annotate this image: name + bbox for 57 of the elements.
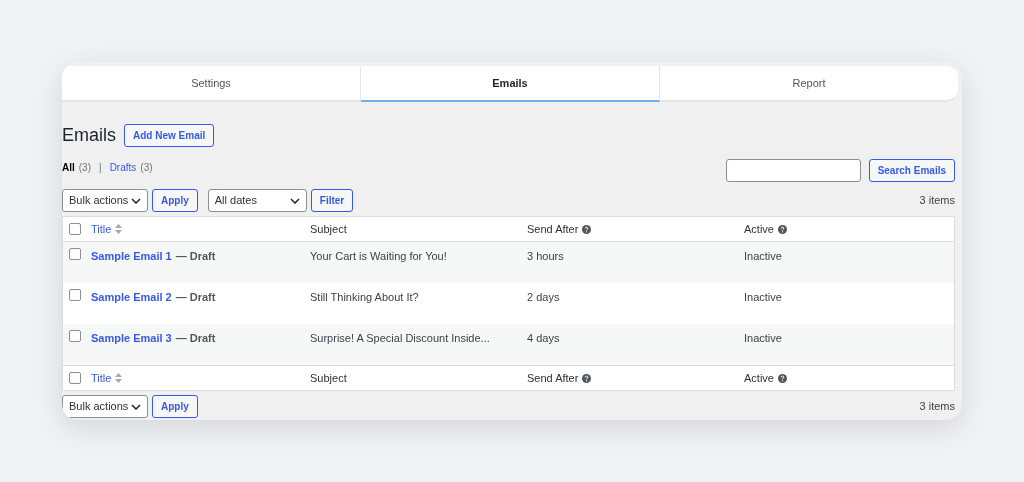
chevron-down-icon xyxy=(131,403,141,410)
sort-icon[interactable] xyxy=(115,224,123,234)
email-title-link[interactable]: Sample Email 1 xyxy=(91,250,172,262)
apply-button[interactable]: Apply xyxy=(152,395,198,418)
email-title-link[interactable]: Sample Email 3 xyxy=(91,332,172,344)
help-icon[interactable] xyxy=(777,373,787,383)
view-count: (3) xyxy=(78,161,91,175)
help-icon[interactable] xyxy=(582,224,592,234)
table-cell: Inactive xyxy=(744,250,782,262)
column-header: Active xyxy=(744,221,774,237)
column-header: Active xyxy=(744,370,774,386)
dropdown-select[interactable]: Bulk actions xyxy=(62,189,148,212)
search-field[interactable] xyxy=(725,159,861,182)
column-header: Send After xyxy=(527,221,579,237)
tab[interactable]: Report xyxy=(660,66,958,102)
apply-button[interactable]: Apply xyxy=(152,189,198,212)
column-header: Send After xyxy=(527,370,579,386)
status-label: — Draft xyxy=(175,332,216,344)
view-filter-link[interactable]: All xyxy=(62,160,75,175)
table-cell: Still Thinking About It? xyxy=(310,291,419,303)
chevron-down-icon xyxy=(289,197,300,204)
status-label: — Draft xyxy=(175,250,216,262)
chevron-down-icon xyxy=(131,197,141,204)
table-cell: 2 days xyxy=(527,291,560,303)
table-cell: 3 hours xyxy=(527,250,564,262)
column-header-link[interactable]: Title xyxy=(91,220,112,238)
add-new-button[interactable]: Add New Email xyxy=(124,124,215,147)
checkbox[interactable] xyxy=(69,372,81,384)
row-checkbox[interactable] xyxy=(69,289,81,301)
row-checkbox[interactable] xyxy=(69,248,81,260)
table-cell: Inactive xyxy=(744,332,782,344)
column-header-link[interactable]: Title xyxy=(91,369,112,387)
view-filter-link[interactable]: Drafts xyxy=(109,160,137,175)
table-cell: 4 days xyxy=(527,332,560,344)
search-button[interactable]: Search Emails xyxy=(868,159,955,182)
item-count: 3 items xyxy=(919,399,955,415)
column-header: Subject xyxy=(310,370,347,386)
help-icon[interactable] xyxy=(582,373,592,383)
table-cell: Inactive xyxy=(744,291,782,303)
tab[interactable]: Settings xyxy=(62,66,361,102)
view-separator: | xyxy=(99,161,102,175)
row-checkbox[interactable] xyxy=(69,330,81,342)
help-icon[interactable] xyxy=(777,224,787,234)
table-cell: Your Cart is Waiting for You! xyxy=(310,250,447,262)
checkbox[interactable] xyxy=(69,223,81,235)
status-label: — Draft xyxy=(175,291,216,303)
sort-icon[interactable] xyxy=(115,373,123,383)
email-title-link[interactable]: Sample Email 2 xyxy=(91,291,172,303)
dropdown-select[interactable]: Bulk actions xyxy=(62,395,148,418)
table-cell: Surprise! A Special Discount Inside... xyxy=(310,332,490,344)
filter-button[interactable]: Filter xyxy=(310,189,354,212)
view-count: (3) xyxy=(140,161,153,175)
column-header: Subject xyxy=(310,221,347,237)
dropdown-select[interactable]: All dates xyxy=(207,189,307,212)
item-count: 3 items xyxy=(919,193,955,209)
tab[interactable]: Emails xyxy=(361,66,660,102)
page-heading: Emails xyxy=(62,124,116,147)
